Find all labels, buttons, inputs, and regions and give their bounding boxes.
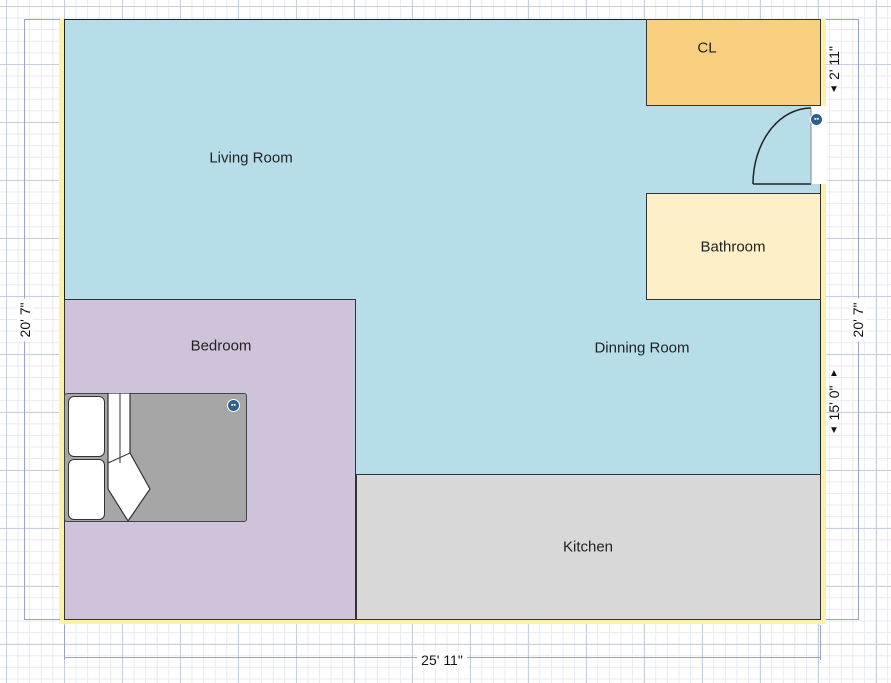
kitchen-label: Kitchen [562,538,614,556]
info-icon[interactable]: ▪▪ [227,399,240,412]
pillow-bottom [68,459,105,520]
pillow-top [68,396,105,457]
bedroom-label: Bedroom [190,337,252,355]
dining-height-arrow-icon: ▼ [829,425,839,436]
floor-plan: ▪▪ ▪▪ Living Room Dinning Room Bedroom B… [0,0,891,683]
bed-sheet-fold [107,393,151,523]
closet-height-dimension-label: 2' 11" [826,46,842,80]
living-room-label: Living Room [209,149,293,167]
width-dimension-label: 25' 11" [417,652,467,668]
width-dimension-tick-right [820,625,821,660]
closet-height-arrow-icon: ▼ [829,84,839,95]
left-height-tick-bottom [24,619,60,620]
door-swing-arc [752,107,812,185]
closet[interactable] [646,19,821,106]
dining-height-dimension-label: 15' 0" [826,385,842,421]
width-dimension-tick-left [64,625,65,660]
dining-room-label: Dinning Room [594,339,690,357]
left-height-tick-top [24,19,60,20]
right-height-tick-bottom [826,619,859,620]
bathroom-label: Bathroom [700,238,766,256]
left-height-dimension-label: 20' 7" [17,298,33,342]
closet-label: CL [697,39,717,57]
right-height-tick-top [826,19,859,20]
dining-height-arrow-icon: ▲ [829,368,839,379]
info-icon[interactable]: ▪▪ [810,113,823,126]
right-height-dimension-label: 20' 7" [850,298,866,342]
